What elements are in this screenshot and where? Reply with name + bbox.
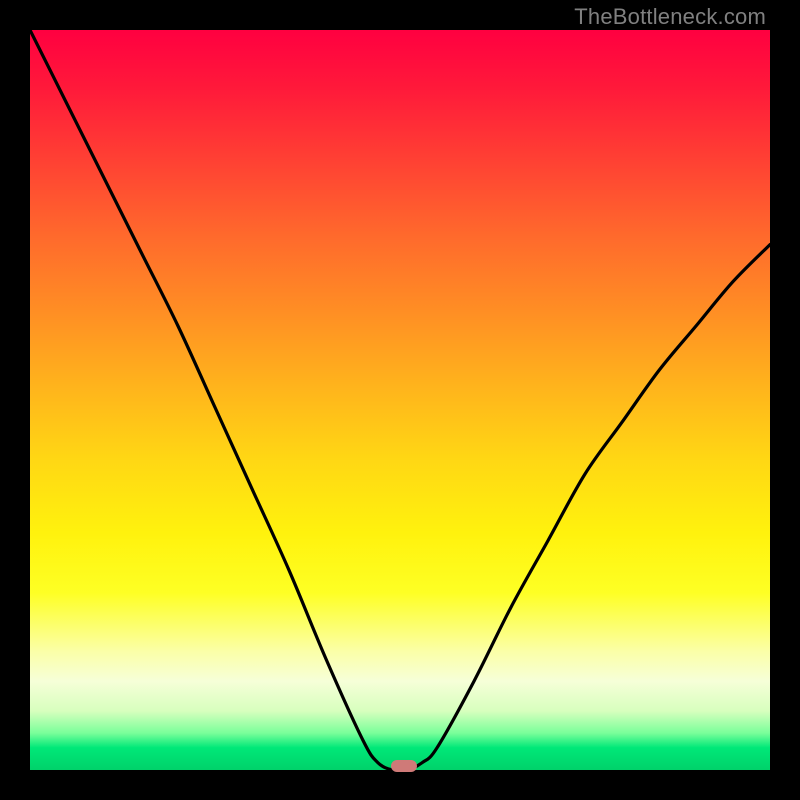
optimum-marker [391,760,417,772]
curve-path [30,30,770,770]
watermark-text: TheBottleneck.com [574,4,766,30]
bottleneck-curve [30,30,770,770]
chart-container: TheBottleneck.com [0,0,800,800]
plot-area [30,30,770,770]
